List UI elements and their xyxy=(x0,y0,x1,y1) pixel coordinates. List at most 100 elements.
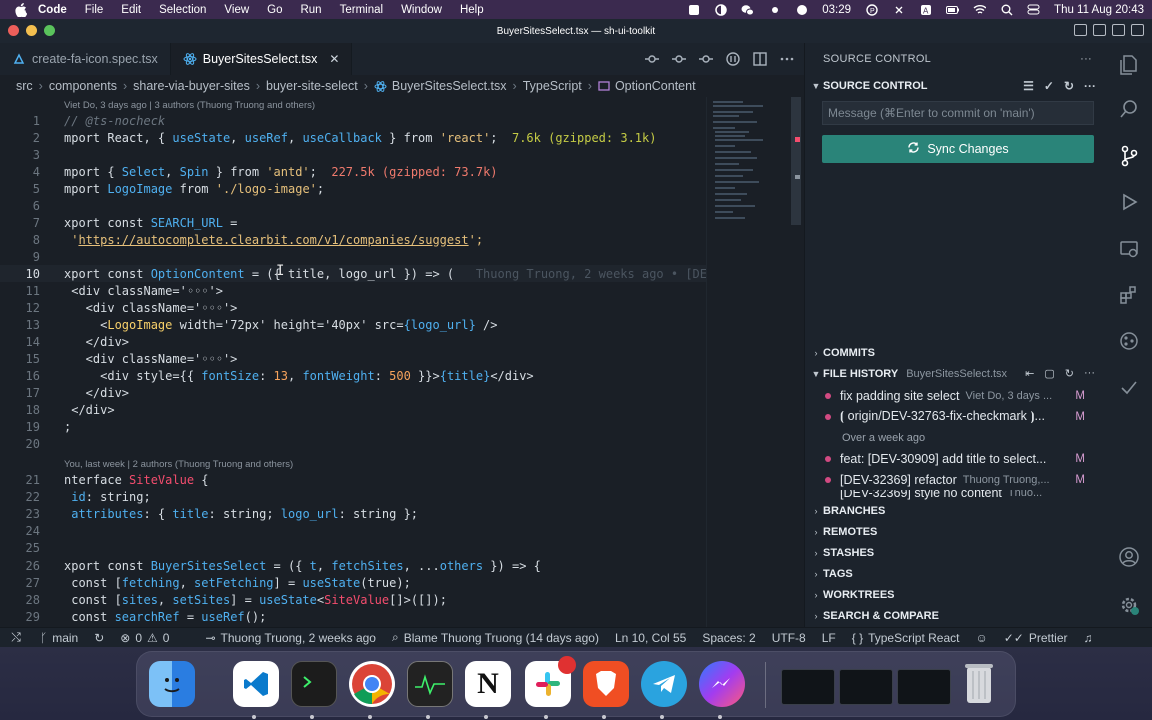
breadcrumb-item[interactable]: share-via-buyer-sites xyxy=(133,79,250,93)
source-control-icon[interactable] xyxy=(1117,144,1141,168)
tags-section[interactable]: › TAGS xyxy=(809,563,1105,584)
cursor-position[interactable]: Ln 10, Col 55 xyxy=(615,631,686,645)
pin-icon[interactable]: ⇤ xyxy=(1025,367,1034,380)
search-icon[interactable] xyxy=(1117,97,1141,121)
branches-section[interactable]: › BRANCHES xyxy=(809,500,1105,521)
menubar-clock[interactable]: Thu 11 Aug 20:43 xyxy=(1054,4,1144,16)
more-actions-icon[interactable] xyxy=(779,51,794,66)
customize-layout-icon[interactable] xyxy=(1131,24,1144,36)
sync-status-icon[interactable]: ↻ xyxy=(94,631,104,645)
tray-app-icon[interactable] xyxy=(687,3,700,16)
breadcrumb-item[interactable]: src xyxy=(16,79,33,93)
end-of-line[interactable]: LF xyxy=(822,631,836,645)
next-change-icon[interactable] xyxy=(698,51,713,66)
run-debug-icon[interactable] xyxy=(1117,190,1141,214)
activity-monitor-icon[interactable] xyxy=(407,661,453,707)
notion-icon[interactable]: N xyxy=(465,661,511,707)
file-history-section[interactable]: ▼ FILE HISTORY BuyerSitesSelect.tsx ⇤ ▢ … xyxy=(809,363,1105,384)
url-link[interactable]: https://autocomplete.clearbit.com/v1/com… xyxy=(78,233,468,247)
menu-run[interactable]: Run xyxy=(300,4,321,16)
git-compare-icon[interactable] xyxy=(644,51,659,66)
split-editor-icon[interactable] xyxy=(752,51,767,66)
open-file-icon[interactable]: ▢ xyxy=(1044,367,1054,380)
breadcrumb-item[interactable]: TypeScript xyxy=(523,79,582,93)
refresh-icon[interactable]: ↻ xyxy=(1065,367,1074,380)
stashes-section[interactable]: › STASHES xyxy=(809,542,1105,563)
extensions-icon[interactable] xyxy=(1117,283,1141,307)
scrollbar-thumb[interactable] xyxy=(791,97,801,225)
breadcrumb-item[interactable]: BuyerSitesSelect.tsx xyxy=(392,79,507,93)
problems-indicator[interactable]: ⊗ 0 ⚠ 0 xyxy=(120,631,169,645)
previous-change-icon[interactable] xyxy=(671,51,686,66)
tray-search-icon[interactable] xyxy=(1000,3,1013,16)
menu-window[interactable]: Window xyxy=(401,4,442,16)
more-actions-icon[interactable]: ··· xyxy=(1084,367,1095,380)
slack-icon[interactable] xyxy=(525,656,576,707)
menu-file[interactable]: File xyxy=(85,4,104,16)
tray-bluetooth-off-icon[interactable] xyxy=(892,3,905,16)
notifications-bell-icon[interactable]: ♫ xyxy=(1084,631,1093,645)
explorer-icon[interactable] xyxy=(1117,53,1141,77)
trash-icon[interactable] xyxy=(959,658,999,708)
remote-indicator-icon[interactable]: ⤭ xyxy=(0,628,32,648)
more-actions-icon[interactable]: ··· xyxy=(1080,53,1092,65)
more-actions-icon[interactable]: ··· xyxy=(1084,79,1096,93)
language-mode[interactable]: { } TypeScript React xyxy=(852,631,960,645)
tray-p-icon[interactable]: P xyxy=(865,3,878,16)
menu-help[interactable]: Help xyxy=(460,4,484,16)
breadcrumb-item[interactable]: OptionContent xyxy=(615,79,696,93)
close-window-button[interactable] xyxy=(8,25,19,36)
menu-selection[interactable]: Selection xyxy=(159,4,206,16)
prettier-status[interactable]: ✓✓ Prettier xyxy=(1004,631,1068,645)
minimized-window-thumbnail[interactable] xyxy=(839,669,893,705)
commit-check-icon[interactable]: ✓ xyxy=(1044,79,1054,93)
terminal-icon[interactable] xyxy=(291,661,337,707)
commits-section[interactable]: › COMMITS xyxy=(809,342,1105,363)
remotes-section[interactable]: › REMOTES xyxy=(809,521,1105,542)
vscode-icon[interactable] xyxy=(233,661,279,707)
tray-control-center-icon[interactable] xyxy=(1027,3,1040,16)
settings-gear-icon[interactable] xyxy=(1117,593,1141,617)
zoom-window-button[interactable] xyxy=(44,25,55,36)
close-tab-icon[interactable]: ✕ xyxy=(329,52,339,66)
menu-edit[interactable]: Edit xyxy=(121,4,141,16)
branch-indicator[interactable]: ᚴ main xyxy=(40,631,78,645)
gitlens-icon[interactable] xyxy=(1117,329,1141,353)
menu-code[interactable]: Code xyxy=(38,4,67,16)
open-changes-icon[interactable] xyxy=(725,51,740,66)
tab-create-fa-icon-spec[interactable]: create-fa-icon.spec.tsx xyxy=(0,43,171,75)
checkmark-icon[interactable] xyxy=(1117,376,1141,400)
tray-contrast-icon[interactable] xyxy=(714,3,727,16)
toggle-secondary-sidebar-icon[interactable] xyxy=(1112,24,1125,36)
minimized-window-thumbnail[interactable] xyxy=(897,669,951,705)
toggle-panel-icon[interactable] xyxy=(1093,24,1106,36)
history-item[interactable]: fix padding site select Viet Do, 3 days … xyxy=(823,385,1103,406)
minimize-window-button[interactable] xyxy=(26,25,37,36)
blame-button[interactable]: ⌕ Blame Thuong Truong (14 days ago) xyxy=(392,630,599,645)
toggle-sidebar-icon[interactable] xyxy=(1074,24,1087,36)
telegram-icon[interactable] xyxy=(641,661,687,707)
minimized-window-thumbnail[interactable] xyxy=(781,669,835,705)
history-item[interactable]: ⦗ origin/DEV-32763-fix-checkmark ⦘... M xyxy=(823,406,1103,427)
worktrees-section[interactable]: › WORKTREES xyxy=(809,584,1105,605)
menu-terminal[interactable]: Terminal xyxy=(340,4,383,16)
menu-go[interactable]: Go xyxy=(267,4,282,16)
tray-input-source-icon[interactable]: A xyxy=(919,3,932,16)
indentation[interactable]: Spaces: 2 xyxy=(702,631,755,645)
tray-brightness-icon[interactable] xyxy=(768,3,781,16)
history-item[interactable]: [DEV-32369] refactor Thuong Truong,... M xyxy=(823,469,1103,490)
finder-icon[interactable] xyxy=(149,661,195,707)
apple-icon[interactable] xyxy=(14,2,28,17)
sync-changes-button[interactable]: Sync Changes xyxy=(822,135,1094,163)
remote-explorer-icon[interactable] xyxy=(1117,237,1141,261)
breadcrumb-item[interactable]: buyer-site-select xyxy=(266,79,358,93)
search-compare-section[interactable]: › SEARCH & COMPARE xyxy=(809,605,1105,626)
breadcrumb-item[interactable]: components xyxy=(49,79,117,93)
menu-view[interactable]: View xyxy=(224,4,249,16)
feedback-icon[interactable]: ☺ xyxy=(975,631,987,645)
code-editor[interactable]: Viet Do, 3 days ago | 3 authors (Thuong … xyxy=(0,97,804,627)
tray-wifi-icon[interactable] xyxy=(973,3,987,16)
brave-icon[interactable] xyxy=(583,661,629,707)
accounts-icon[interactable] xyxy=(1117,545,1141,569)
encoding[interactable]: UTF-8 xyxy=(772,631,806,645)
